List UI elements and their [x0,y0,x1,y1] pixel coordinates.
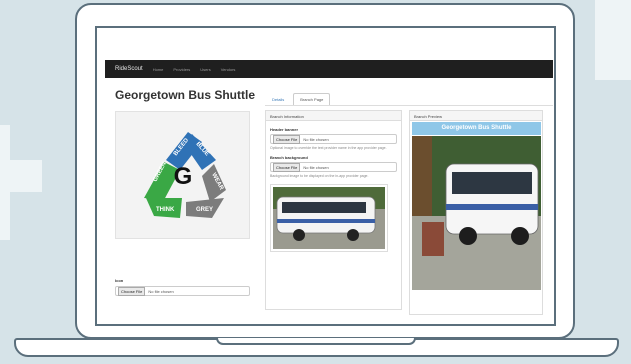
branch-background-thumbnail [270,184,388,252]
logo-center-letter: G [174,163,193,190]
tab-divider [265,105,553,106]
provider-logo: G GREEN BLEED BLUE WEAR GREY THINK [144,132,226,218]
laptop-frame: RideScout Home Providers Users Vendors G… [75,3,575,339]
icon-file-input[interactable]: Choose File No file chosen [115,286,250,296]
page-title: Georgetown Bus Shuttle [115,88,256,102]
nav-link-vendors[interactable]: Vendors [221,67,236,72]
logo-text-grey: GREY [196,207,213,213]
provider-logo-box: G GREEN BLEED BLUE WEAR GREY THINK [115,111,250,239]
branch-preview-heading: Branch Preview [410,111,542,121]
header-banner-file-input[interactable]: Choose File No file chosen [270,134,397,144]
tab-details[interactable]: Details [265,93,291,105]
tab-bar: Details Branch Page [265,93,331,105]
icon-field-label: Icon [115,278,124,283]
preview-banner-title: Georgetown Bus Shuttle [412,122,541,135]
header-banner-file-status: No file chosen [303,136,329,142]
branch-background-file-status: No file chosen [303,164,329,170]
laptop-hinge-notch [216,338,416,345]
brand-logo-text[interactable]: RideScout [115,66,143,72]
header-banner-help-text: Optional image to override the text prov… [270,146,387,150]
tab-branch-page[interactable]: Branch Page [293,93,331,105]
branch-background-choose-file-button[interactable]: Choose File [273,162,301,172]
branch-background-file-input[interactable]: Choose File No file chosen [270,162,397,172]
header-banner-choose-file-button[interactable]: Choose File [273,134,301,144]
top-navbar: RideScout Home Providers Users Vendors [105,60,553,78]
laptop-base [14,338,619,357]
nav-link-providers[interactable]: Providers [173,67,190,72]
branch-information-heading: Branch Information [266,111,401,121]
nav-link-users[interactable]: Users [200,67,210,72]
bus-photo-thumbnail [273,187,385,249]
header-banner-label: Header banner [270,127,299,132]
background-bar-left-wide [0,160,42,192]
branch-preview-panel: Branch Preview Georgetown Bus Shuttle [409,110,543,315]
laptop-screen: RideScout Home Providers Users Vendors G… [95,26,556,326]
background-bar-right [595,0,631,80]
bus-photo-preview [412,136,541,290]
nav-link-home[interactable]: Home [153,67,164,72]
icon-choose-file-button[interactable]: Choose File [118,286,146,296]
icon-file-status: No file chosen [148,288,174,294]
branch-background-label: Branch background [270,155,308,160]
logo-text-think: THINK [156,207,175,213]
branch-information-panel: Branch Information Header banner Choose … [265,110,402,310]
branch-background-help-text: Background image to be displayed on the … [270,174,369,178]
